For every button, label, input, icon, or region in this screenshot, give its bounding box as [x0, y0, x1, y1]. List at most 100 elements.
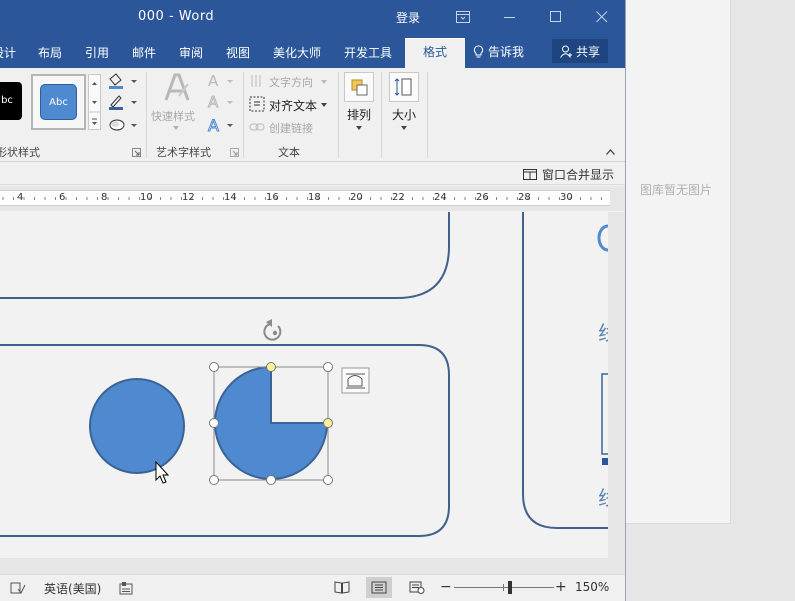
resize-handle[interactable] [323, 475, 333, 485]
size-button[interactable]: 大小 [387, 72, 421, 134]
arrange-button[interactable]: 排列 [343, 72, 375, 134]
tab-beautify-master[interactable]: 美化大师 [273, 44, 321, 61]
text-outline-button[interactable]: A [207, 93, 237, 112]
create-link-button[interactable]: 创建链接 [249, 118, 339, 136]
shape-style-swatch-dark[interactable]: bc [0, 82, 22, 120]
tab-mailings[interactable]: 邮件 [132, 44, 156, 61]
vertical-scrollbar[interactable] [608, 212, 625, 574]
adjust-handle[interactable] [323, 418, 333, 428]
shape-outline-button[interactable] [106, 93, 140, 111]
collapse-ribbon-icon[interactable] [606, 149, 615, 155]
size-label: 大小 [392, 108, 417, 122]
text-group-label: 文本 [278, 146, 300, 159]
ruler-number: 10 [140, 192, 153, 203]
ribbon-tabs: 设计 布局 引用 邮件 审阅 视图 美化大师 开发工具 格式 告诉我 共享 [0, 34, 625, 68]
page-partial-char: 线 [598, 482, 608, 511]
proofing-icon[interactable] [10, 581, 26, 595]
close-icon [596, 11, 608, 23]
maximize-button[interactable] [533, 0, 579, 34]
close-button[interactable] [579, 0, 625, 34]
print-layout-button[interactable] [366, 577, 392, 598]
book-icon [334, 581, 350, 594]
layout-options-button[interactable] [341, 367, 370, 394]
resize-handle[interactable] [209, 418, 219, 428]
align-text-icon [249, 96, 265, 112]
shape-effects-icon [109, 119, 137, 131]
tab-references[interactable]: 引用 [85, 44, 109, 61]
ruler-number: 14 [224, 192, 237, 203]
separator [381, 72, 382, 158]
shape-style-swatch-blue[interactable]: Abc [31, 74, 86, 130]
zoom-slider-thumb[interactable] [507, 581, 512, 594]
ribbon-display-icon [456, 11, 470, 23]
tab-format[interactable]: 格式 [405, 38, 465, 68]
canvas-drawing [0, 212, 608, 537]
ruler-number: 16 [266, 192, 279, 203]
zoom-level[interactable]: 150% [575, 580, 609, 594]
separator [427, 72, 428, 158]
ruler-number: 8 [101, 192, 108, 203]
create-link-label: 创建链接 [269, 122, 313, 135]
minimize-icon [504, 17, 515, 18]
resize-handle[interactable] [323, 362, 333, 372]
resize-handle[interactable] [209, 475, 219, 485]
zoom-out-button[interactable]: − [440, 580, 452, 595]
tell-me-box[interactable]: 告诉我 [473, 43, 524, 60]
rotate-handle-icon[interactable] [263, 319, 282, 341]
chevron-down-icon [401, 126, 407, 130]
shape-effects-button[interactable] [106, 116, 140, 134]
pen-icon [109, 95, 137, 110]
canvas-bottom-margin [0, 558, 608, 574]
tab-developer[interactable]: 开发工具 [344, 44, 392, 61]
ruler-number: 6 [59, 192, 66, 203]
zoom-in-button[interactable]: + [555, 580, 567, 594]
merge-windows-button[interactable]: 窗口合并显示 [522, 166, 614, 183]
tab-review[interactable]: 审阅 [179, 44, 203, 61]
svg-text:A: A [208, 72, 219, 90]
login-link[interactable]: 登录 [396, 9, 420, 26]
link-icon [249, 123, 265, 131]
ruler-number: 24 [434, 192, 447, 203]
circle-shape[interactable] [89, 378, 185, 474]
wordart-launcher-icon[interactable] [230, 148, 239, 157]
minimize-button[interactable] [487, 0, 533, 34]
ribbon-display-options-button[interactable] [440, 0, 486, 34]
web-layout-icon [409, 581, 425, 594]
pie-shape[interactable] [214, 365, 329, 480]
share-button[interactable]: 共享 [552, 39, 608, 63]
read-mode-button[interactable] [329, 577, 355, 598]
web-layout-button[interactable] [404, 577, 430, 598]
resize-handle[interactable] [209, 362, 219, 372]
style-gallery-scroll[interactable] [88, 74, 101, 130]
shape-styles-launcher-icon[interactable] [132, 148, 141, 157]
window-title: 000 - Word [138, 9, 215, 24]
quick-styles-button[interactable]: 快速样式 [150, 72, 202, 138]
text-direction-button[interactable]: 文字方向 [249, 72, 339, 90]
tab-view[interactable]: 视图 [226, 44, 250, 61]
no-image-text: 图库暂无图片 [640, 183, 713, 197]
horizontal-ruler[interactable]: 4 6 8 10 12 14 16 18 20 22 24 26 28 30 [0, 186, 625, 211]
title-bar: 000 - Word 登录 [0, 0, 625, 34]
ruler-number: 22 [392, 192, 405, 203]
text-effects-button[interactable]: A [207, 116, 237, 136]
document-canvas[interactable]: 线 线 [0, 212, 608, 558]
adjust-handle[interactable] [266, 362, 276, 372]
zoom-slider[interactable] [454, 581, 554, 595]
rounded-frame-right[interactable] [522, 212, 608, 529]
resize-handle[interactable] [266, 475, 276, 485]
gallery-panel: 图库暂无图片 [626, 0, 795, 601]
status-bar: 英语(美国) − + 150% [0, 574, 625, 601]
rounded-frame-top[interactable] [0, 212, 450, 299]
word-window: 000 - Word 登录 设计 布局 引用 邮件 审阅 视图 美化大师 [0, 0, 626, 601]
screen: 图库暂无图片 000 - Word 登录 设计 布局 引用 邮 [0, 0, 795, 601]
shape-fill-button[interactable] [106, 72, 140, 90]
align-text-button[interactable]: 对齐文本 [249, 95, 339, 113]
person-icon [560, 45, 572, 58]
text-fill-button[interactable]: A [207, 72, 237, 90]
tab-design[interactable]: 设计 [0, 44, 16, 61]
macro-record-icon[interactable] [119, 581, 133, 595]
partial-circle-shape[interactable] [597, 224, 608, 252]
ruler-number: 30 [560, 192, 573, 203]
language-indicator[interactable]: 英语(美国) [44, 580, 101, 597]
tab-layout[interactable]: 布局 [38, 44, 62, 61]
